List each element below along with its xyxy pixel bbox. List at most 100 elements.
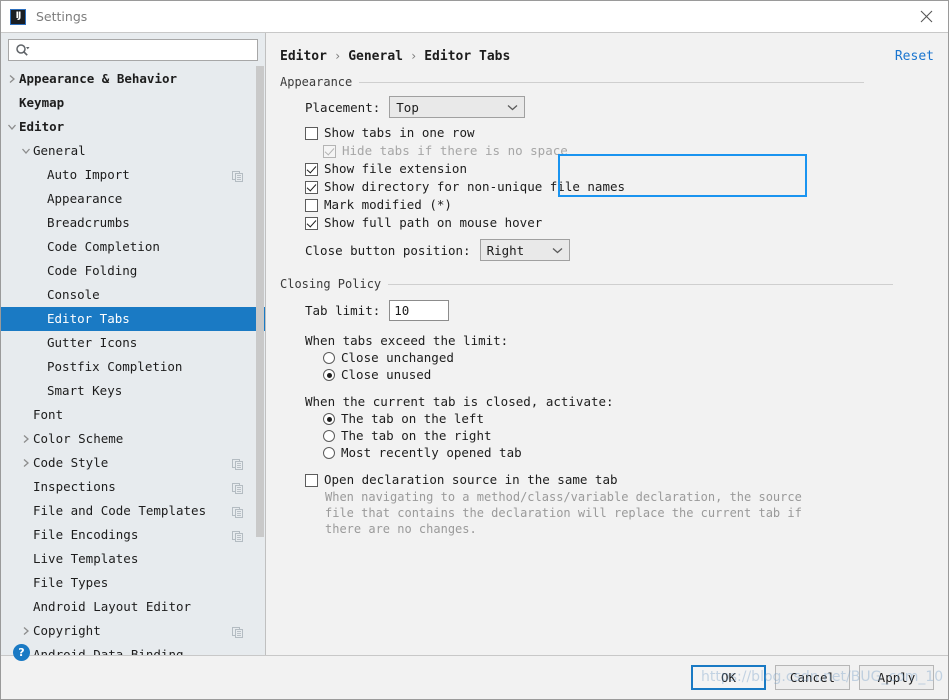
sidebar-item-label: Live Templates <box>33 550 139 566</box>
apply-button[interactable]: Apply <box>859 665 934 690</box>
sidebar-item-label: File Encodings <box>33 526 139 542</box>
chevron-down-icon[interactable] <box>19 147 33 155</box>
checkbox-show-full-path-on-mouse-hover[interactable] <box>305 217 318 230</box>
sidebar-item-gutter-icons[interactable]: Gutter Icons <box>1 331 265 355</box>
reset-link[interactable]: Reset <box>895 49 934 64</box>
appearance-group-title: Appearance <box>280 75 353 89</box>
sidebar-item-label: File Types <box>33 574 109 590</box>
ok-button[interactable]: OK <box>691 665 766 690</box>
tab-limit-row: Tab limit: <box>305 300 934 321</box>
intellij-idea-icon: IJ <box>10 8 26 25</box>
radio-row-the-tab-on-the-left[interactable]: The tab on the left <box>323 412 934 426</box>
radio-most-recently-opened-tab[interactable] <box>323 447 335 459</box>
radio-close-unused[interactable] <box>323 369 335 381</box>
sidebar-item-code-style[interactable]: Code Style <box>1 451 265 475</box>
sidebar-item-android-layout-editor[interactable]: Android Layout Editor <box>1 595 265 619</box>
radio-label: Most recently opened tab <box>341 445 522 460</box>
sidebar-item-appearance-behavior[interactable]: Appearance & Behavior <box>1 67 265 91</box>
sidebar-item-label: Appearance <box>47 190 123 206</box>
close-button-position-row: Close button position: RightLeftNone <box>305 239 934 261</box>
sidebar-item-inspections[interactable]: Inspections <box>1 475 265 499</box>
checkbox-label: Show directory for non-unique file names <box>324 179 626 194</box>
copy-settings-icon[interactable] <box>232 458 243 470</box>
sidebar-item-copyright[interactable]: Copyright <box>1 619 265 643</box>
tab-limit-input[interactable] <box>389 300 450 321</box>
checkbox-row-show-tabs-in-one-row[interactable]: Show tabs in one row <box>305 126 934 140</box>
chevron-right-icon[interactable] <box>19 458 33 468</box>
copy-settings-icon[interactable] <box>232 170 243 182</box>
close-icon[interactable] <box>904 1 948 32</box>
sidebar-item-file-and-code-templates[interactable]: File and Code Templates <box>1 499 265 523</box>
sidebar-item-live-templates[interactable]: Live Templates <box>1 547 265 571</box>
group-divider <box>388 283 894 285</box>
radio-row-close-unchanged[interactable]: Close unchanged <box>323 351 934 365</box>
help-icon[interactable]: ? <box>13 644 30 661</box>
close-button-position-select[interactable]: RightLeftNone <box>479 239 570 261</box>
chevron-right-icon[interactable] <box>5 74 19 84</box>
sidebar-item-breadcrumbs[interactable]: Breadcrumbs <box>1 211 265 235</box>
checkbox-mark-modified-[interactable] <box>305 199 318 212</box>
sidebar-item-auto-import[interactable]: Auto Import <box>1 163 265 187</box>
sidebar-item-label: Android Layout Editor <box>33 598 192 614</box>
sidebar-item-console[interactable]: Console <box>1 283 265 307</box>
sidebar-item-file-types[interactable]: File Types <box>1 571 265 595</box>
checkbox-row-show-directory-for-non-unique-file-names[interactable]: Show directory for non-unique file names <box>305 180 934 194</box>
radio-label: Close unused <box>341 367 432 382</box>
copy-settings-icon[interactable] <box>232 482 243 494</box>
checkbox-show-directory-for-non-unique-file-names[interactable] <box>305 181 318 194</box>
sidebar-item-color-scheme[interactable]: Color Scheme <box>1 427 265 451</box>
radio-the-tab-on-the-left[interactable] <box>323 413 335 425</box>
dialog-body: Appearance & Behavior Keymap Editor General… <box>1 32 948 655</box>
sidebar-item-label: Appearance & Behavior <box>19 70 178 86</box>
radio-row-the-tab-on-the-right[interactable]: The tab on the right <box>323 429 934 443</box>
sidebar-item-font[interactable]: Font <box>1 403 265 427</box>
sidebar-item-postfix-completion[interactable]: Postfix Completion <box>1 355 265 379</box>
copy-settings-icon[interactable] <box>232 626 243 638</box>
checkbox-row-mark-modified-[interactable]: Mark modified (*) <box>305 198 934 212</box>
search-input[interactable] <box>30 41 257 59</box>
radio-label: The tab on the left <box>341 411 484 426</box>
sidebar-item-label: Keymap <box>19 94 65 110</box>
sidebar-item-code-folding[interactable]: Code Folding <box>1 259 265 283</box>
dialog-footer: ? OK Cancel Apply https://blog.csdn.net/BU… <box>1 644 948 699</box>
sidebar-item-smart-keys[interactable]: Smart Keys <box>1 379 265 403</box>
breadcrumb-item-1[interactable]: General <box>348 49 403 64</box>
checkbox-show-tabs-in-one-row[interactable] <box>305 127 318 140</box>
sidebar-item-appearance[interactable]: Appearance <box>1 187 265 211</box>
placement-label: Placement: <box>305 99 381 115</box>
radio-close-unchanged[interactable] <box>323 352 335 364</box>
checkbox-row-show-full-path-on-mouse-hover[interactable]: Show full path on mouse hover <box>305 216 934 230</box>
sidebar-item-file-encodings[interactable]: File Encodings <box>1 523 265 547</box>
breadcrumb-item-0[interactable]: Editor <box>280 49 327 64</box>
sidebar-item-editor-tabs[interactable]: Editor Tabs <box>1 307 265 331</box>
sidebar-item-editor[interactable]: Editor <box>1 115 265 139</box>
sidebar-item-label: Copyright <box>33 622 101 638</box>
copy-settings-icon[interactable] <box>232 530 243 542</box>
cancel-button[interactable]: Cancel <box>775 665 850 690</box>
sidebar-item-general[interactable]: General <box>1 139 265 163</box>
open-declaration-checkbox[interactable] <box>305 474 318 487</box>
sidebar-item-android-data-binding[interactable]: Android Data Binding <box>1 643 265 655</box>
chevron-right-icon[interactable] <box>19 434 33 444</box>
closing-policy-group-title: Closing Policy <box>280 277 382 291</box>
sidebar-item-keymap[interactable]: Keymap <box>1 91 265 115</box>
settings-content-pane: Editor › General › Editor Tabs Reset App… <box>266 33 948 655</box>
open-declaration-row[interactable]: Open declaration source in the same tab <box>305 473 934 487</box>
checkbox-show-file-extension[interactable] <box>305 163 318 176</box>
radio-label: The tab on the right <box>341 428 492 443</box>
sidebar-item-label: Gutter Icons <box>47 334 138 350</box>
sidebar-scrollbar-thumb[interactable] <box>256 66 264 537</box>
copy-settings-icon[interactable] <box>232 506 243 518</box>
chevron-down-icon[interactable] <box>5 123 19 131</box>
checkbox-row-show-file-extension[interactable]: Show file extension <box>305 162 934 176</box>
sidebar-item-label: Font <box>33 406 64 422</box>
search-box[interactable] <box>8 39 258 61</box>
placement-select[interactable]: TopBottomLeftRightNone <box>389 96 526 118</box>
sidebar-item-code-completion[interactable]: Code Completion <box>1 235 265 259</box>
settings-tree[interactable]: Appearance & Behavior Keymap Editor General… <box>1 66 265 655</box>
radio-row-most-recently-opened-tab[interactable]: Most recently opened tab <box>323 446 934 460</box>
sidebar-scrollbar[interactable] <box>256 66 265 655</box>
chevron-right-icon[interactable] <box>19 626 33 636</box>
radio-row-close-unused[interactable]: Close unused <box>323 368 934 382</box>
radio-the-tab-on-the-right[interactable] <box>323 430 335 442</box>
